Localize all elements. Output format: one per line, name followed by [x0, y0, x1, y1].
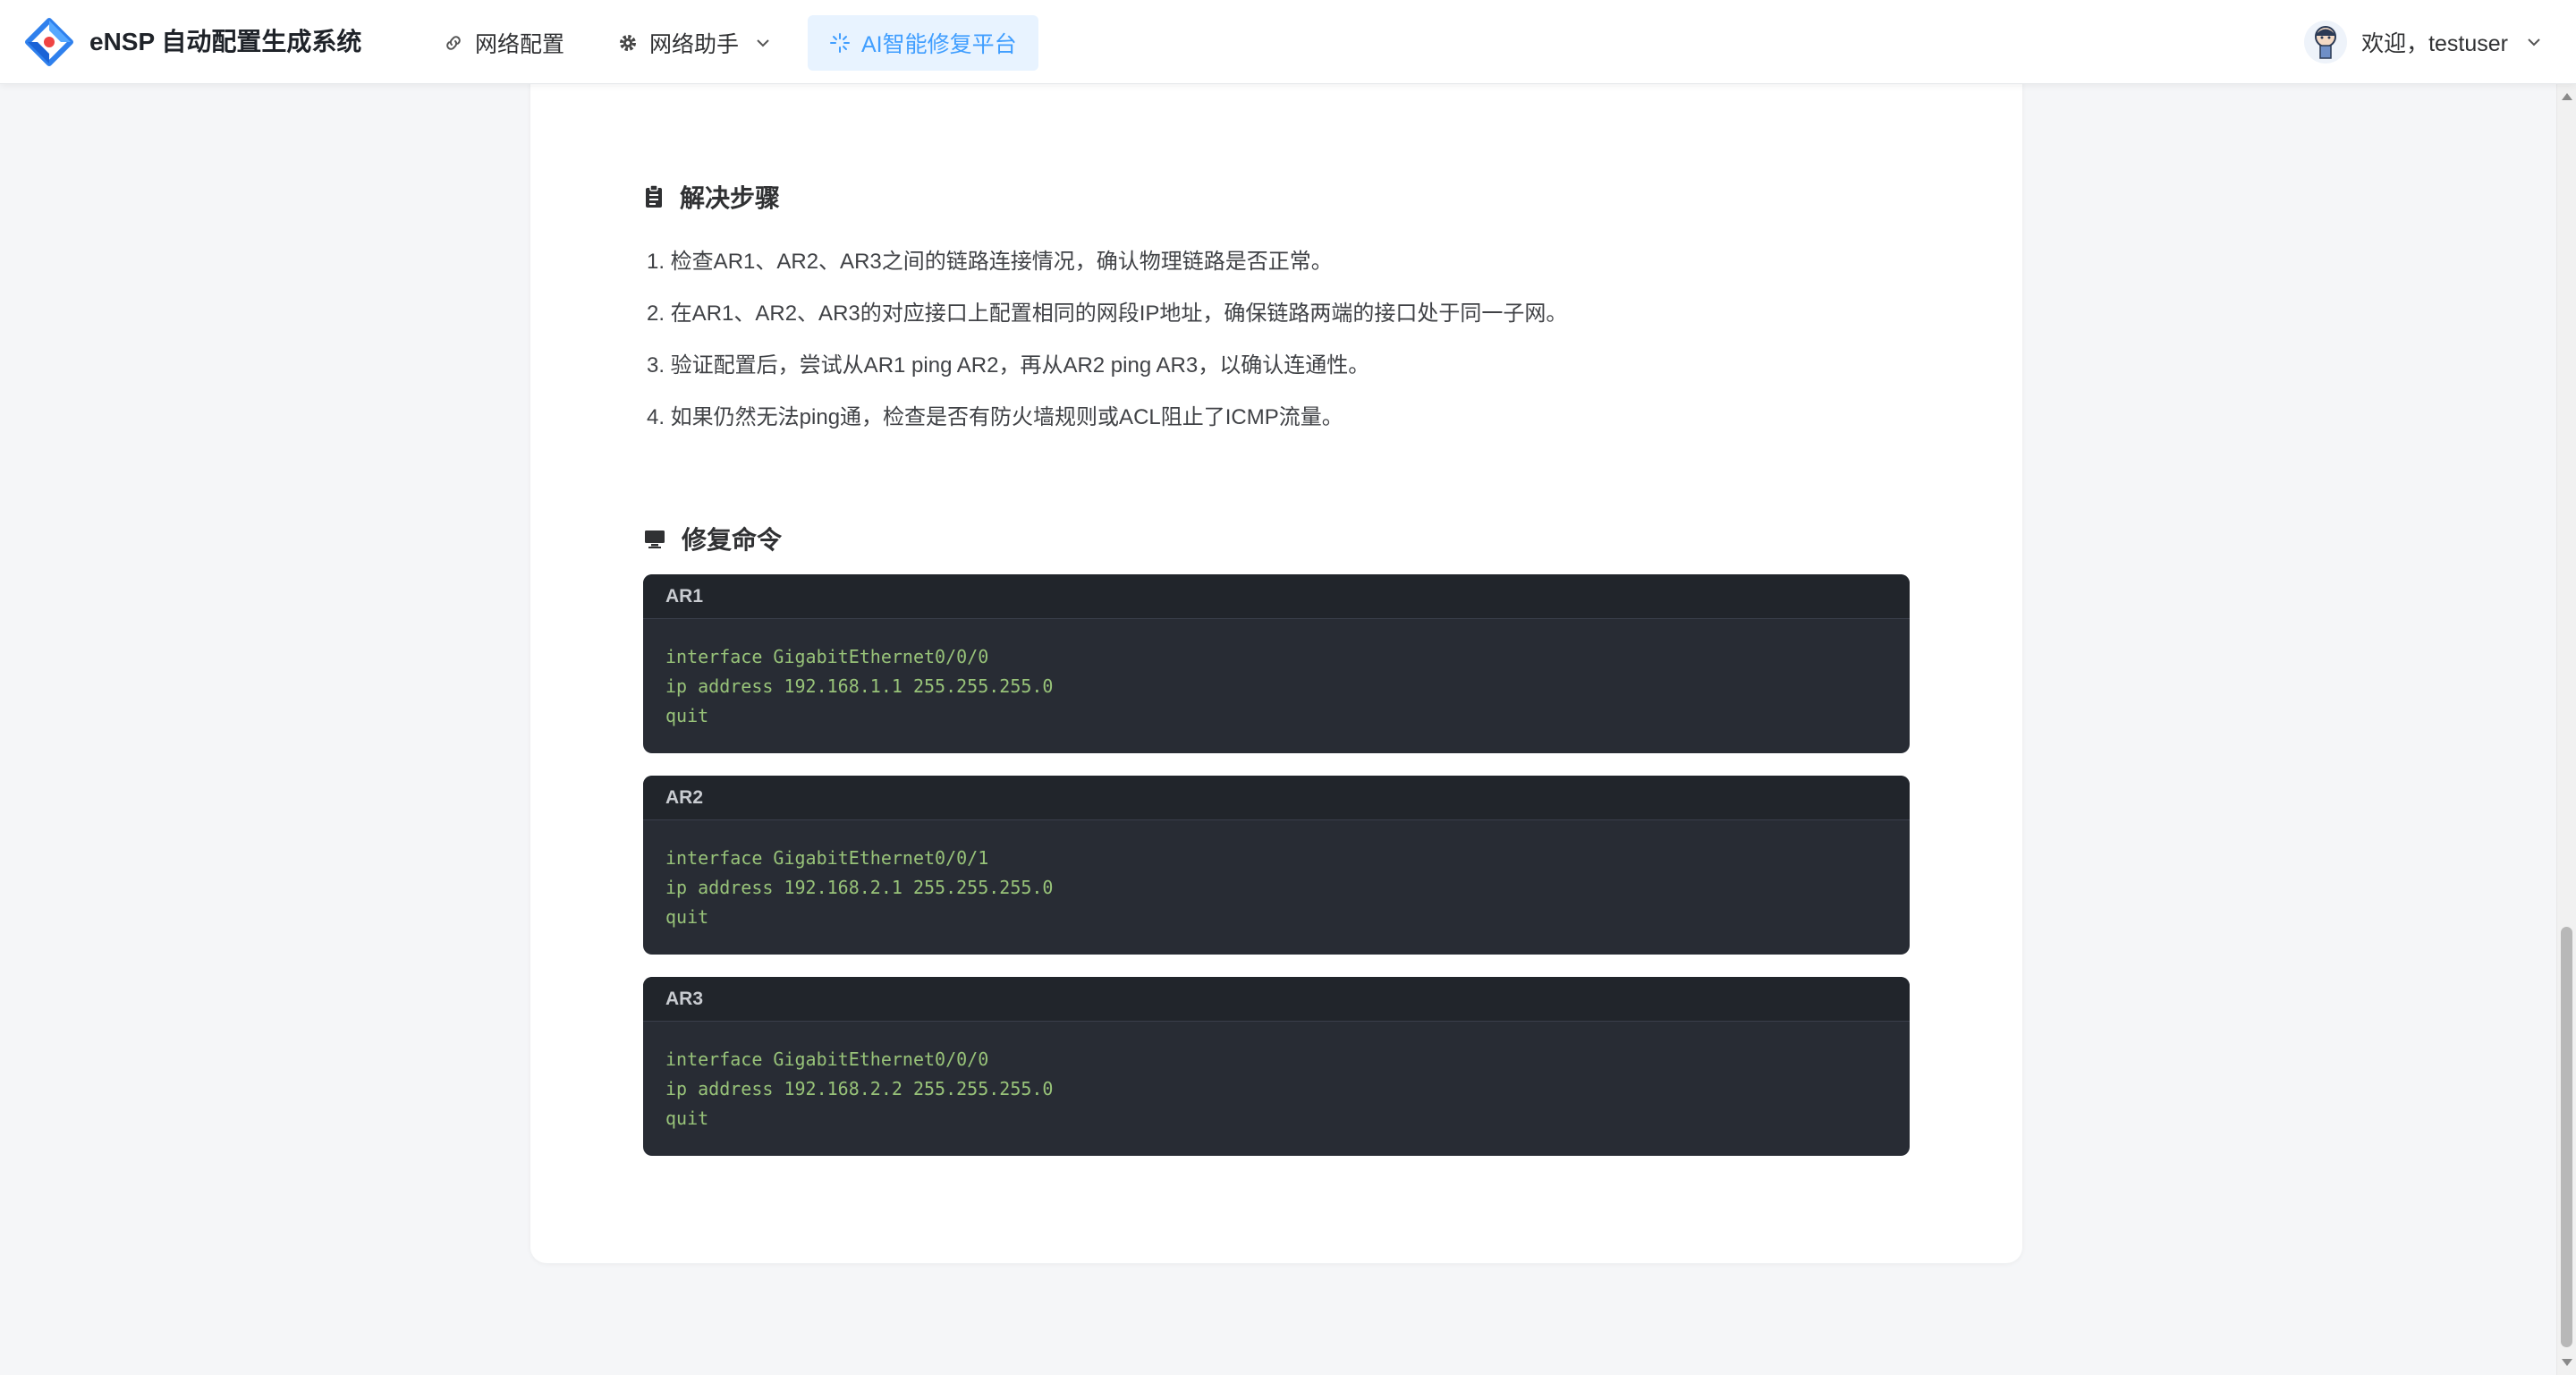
top-navbar: eNSP 自动配置生成系统 网络配置 网络助手 AI智能修复平台 欢迎，test…: [0, 0, 2576, 84]
scroll-down-arrow-icon[interactable]: [2562, 1359, 2572, 1366]
app-title[interactable]: eNSP 自动配置生成系统: [89, 25, 361, 59]
avatar[interactable]: [2304, 21, 2348, 64]
code-line: interface GigabitEthernet0/0/0: [665, 646, 989, 667]
app-logo-icon[interactable]: [25, 18, 73, 66]
solution-step: 4. 如果仍然无法ping通，检查是否有防火墙规则或ACL阻止了ICMP流量。: [647, 405, 1343, 429]
link-icon: [446, 36, 461, 50]
code-line: ip address 192.168.2.2 255.255.255.0: [665, 1078, 1054, 1099]
nav-ai-repair-platform-label: AI智能修复平台: [861, 32, 1017, 57]
code-line: quit: [665, 705, 709, 726]
user-greeting: 欢迎，testuser: [2361, 31, 2508, 56]
command-block-device: AR2: [643, 776, 1910, 820]
command-code[interactable]: interface GigabitEthernet0/0/0 ip addres…: [643, 619, 1910, 731]
sparkle-icon: [830, 33, 850, 53]
chevron-down-icon: [757, 39, 769, 47]
result-card: 解决步骤 1. 检查AR1、AR2、AR3之间的链路连接情况，确认物理链路是否正…: [530, 54, 2022, 1263]
solution-step: 2. 在AR1、AR2、AR3的对应接口上配置相同的网段IP地址，确保链路两端的…: [647, 301, 1568, 326]
nav-network-assistant[interactable]: 网络助手: [617, 15, 771, 71]
repair-commands-heading: 修复命令: [644, 521, 782, 556]
page-scrollbar[interactable]: [2556, 84, 2576, 1375]
code-line: ip address 192.168.1.1 255.255.255.0: [665, 675, 1054, 697]
user-avatar-icon: [2315, 26, 2337, 59]
solution-steps-title: 解决步骤: [680, 184, 781, 212]
nav-ai-repair-platform[interactable]: AI智能修复平台: [808, 15, 1038, 71]
command-block-ar1: AR1 interface GigabitEthernet0/0/0 ip ad…: [643, 574, 1910, 753]
chevron-down-icon: [2528, 38, 2540, 47]
solution-steps-heading: 解决步骤: [644, 179, 780, 215]
clipboard-icon: [646, 185, 662, 208]
code-line: quit: [665, 1108, 709, 1129]
code-line: quit: [665, 906, 709, 928]
repair-commands-title: 修复命令: [682, 526, 783, 554]
nav-network-config[interactable]: 网络配置: [443, 15, 564, 71]
code-line: interface GigabitEthernet0/0/0: [665, 1048, 989, 1070]
command-block-device: AR3: [643, 977, 1910, 1022]
nav-network-assistant-label: 网络助手: [649, 32, 740, 57]
gear-icon: [620, 35, 636, 51]
solution-steps-list: 1. 检查AR1、AR2、AR3之间的链路连接情况，确认物理链路是否正常。 2.…: [647, 236, 1567, 444]
command-block-ar3: AR3 interface GigabitEthernet0/0/0 ip ad…: [643, 977, 1910, 1156]
command-code[interactable]: interface GigabitEthernet0/0/0 ip addres…: [643, 1022, 1910, 1133]
code-line: ip address 192.168.2.1 255.255.255.0: [665, 877, 1054, 898]
monitor-icon: [645, 530, 665, 548]
solution-step: 3. 验证配置后，尝试从AR1 ping AR2，再从AR2 ping AR3，…: [647, 353, 1370, 378]
scrollbar-thumb[interactable]: [2561, 927, 2572, 1347]
scroll-up-arrow-icon[interactable]: [2562, 93, 2572, 100]
command-code[interactable]: interface GigabitEthernet0/0/1 ip addres…: [643, 820, 1910, 932]
nav-network-config-label: 网络配置: [475, 32, 565, 57]
command-block-ar2: AR2 interface GigabitEthernet0/0/1 ip ad…: [643, 776, 1910, 955]
user-menu[interactable]: 欢迎，testuser: [2304, 18, 2542, 66]
code-line: interface GigabitEthernet0/0/1: [665, 847, 989, 869]
command-block-device: AR1: [643, 574, 1910, 619]
solution-step: 1. 检查AR1、AR2、AR3之间的链路连接情况，确认物理链路是否正常。: [647, 250, 1333, 274]
